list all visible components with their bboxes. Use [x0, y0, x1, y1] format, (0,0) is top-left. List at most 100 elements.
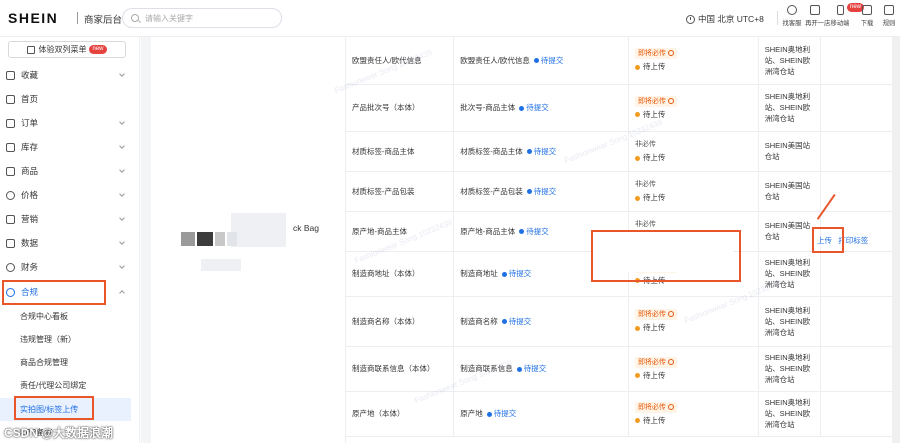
- headset-icon: [787, 5, 797, 15]
- pending-dot-icon: [634, 195, 640, 201]
- dual-column-menu-button[interactable]: 体验双列菜单 new: [8, 41, 126, 58]
- requirement-tag: 即将必传: [634, 401, 677, 413]
- action-cell: [820, 346, 900, 392]
- scrollbar[interactable]: [892, 37, 900, 443]
- region-cell: SHEIN奥地利站、SHEIN欧洲湾仓站: [758, 296, 821, 347]
- clock-icon: [686, 14, 695, 24]
- sidebar-item-products[interactable]: 商品: [0, 159, 140, 183]
- tag-cell: 非必传待上传: [628, 171, 759, 212]
- pending-status: 待上传: [634, 152, 752, 163]
- requirement-name: 制造商联系信息（本体）: [352, 364, 435, 373]
- chevron-down-icon: [119, 167, 125, 173]
- sub-item-label: 违规管理（新）: [20, 335, 76, 344]
- help-icon[interactable]: [667, 50, 674, 57]
- promo-label: 体验双列菜单: [38, 45, 87, 54]
- region-timezone[interactable]: 中国 北京 UTC+8: [686, 13, 764, 25]
- sub-item-violation-management[interactable]: 违规管理（新）: [0, 328, 131, 351]
- tool-label: 规则: [882, 20, 896, 27]
- store-icon: [810, 5, 820, 15]
- chevron-down-icon: [119, 215, 125, 221]
- action-cell: [820, 37, 900, 85]
- tag-cell: 即将必传待上传: [628, 296, 759, 347]
- pending-status: 待上传: [634, 61, 752, 72]
- table-row: 制造商联系信息（本体） 制造商联系信息 待提交 即将必传待上传 SHEIN奥地利站、SH…: [346, 346, 900, 392]
- status-text: 待提交: [533, 186, 557, 196]
- tool-label: 找客服: [782, 20, 802, 27]
- sidebar-item-inventory[interactable]: 库存: [0, 135, 140, 159]
- sidebar-item-orders[interactable]: 订单: [0, 111, 140, 135]
- sidebar-item-finance[interactable]: 财务: [0, 255, 140, 279]
- detail-name: 欧盟责任人/欧代信息: [460, 55, 530, 65]
- table-row: 材质标签-产品包装 材质标签-产品包装 待提交 非必传 待上传 SHEIN美国站仓站: [346, 171, 900, 212]
- pending-label: 待上传: [642, 193, 666, 202]
- pending-status: 待上传: [634, 109, 752, 120]
- sidebar-item-price[interactable]: 价格: [0, 183, 140, 207]
- region-text: 中国 北京 UTC+8: [698, 14, 764, 24]
- sidebar-item-label: 营销: [21, 214, 39, 224]
- help-icon[interactable]: [667, 358, 674, 365]
- pending-status: 待上传: [634, 370, 752, 381]
- status-dot-icon: [526, 149, 532, 155]
- pending-status: 待上传: [634, 415, 752, 426]
- requirement-cell: 制造商地址（本体）: [346, 251, 455, 297]
- tool-label: 再开一店: [805, 20, 831, 27]
- requirement-cell: 欧盟责任人/欧代信息: [346, 37, 455, 85]
- sidebar-item-home[interactable]: 首页: [0, 87, 140, 111]
- requirement-name: 材质标签-产品包装: [352, 186, 415, 196]
- rules-button[interactable]: 规则: [878, 5, 900, 28]
- product-thumbnail[interactable]: [181, 232, 241, 262]
- pending-label: 待上传: [642, 323, 666, 332]
- status-dot-icon: [486, 411, 492, 417]
- detail-cell: 材质标签-商品主体 待提交: [453, 131, 629, 172]
- requirement-tag: 即将必传: [634, 95, 677, 107]
- open-store-button[interactable]: 再开一店: [804, 5, 831, 28]
- search-box[interactable]: [122, 8, 282, 28]
- status-dot-icon: [501, 319, 507, 325]
- customer-service-button[interactable]: 找客服: [781, 5, 803, 28]
- sub-item-compliance-dashboard[interactable]: 合规中心看板: [0, 305, 131, 328]
- requirement-cell: 原产地（本体）: [346, 391, 455, 437]
- region-text: SHEIN奥地利站、SHEIN欧洲湾仓站: [764, 353, 811, 384]
- sidebar-item-favorites[interactable]: 收藏: [0, 63, 140, 87]
- help-icon[interactable]: [667, 403, 674, 410]
- inventory-icon: [6, 142, 15, 152]
- action-cell: [820, 131, 900, 172]
- region-text: SHEIN美国站仓站: [764, 181, 811, 201]
- search-input[interactable]: [145, 12, 275, 24]
- action-cell: [820, 391, 900, 437]
- tag-label: 即将必传: [637, 403, 666, 411]
- download-icon: [862, 5, 872, 15]
- requirement-name: 制造商名称（本体）: [352, 316, 420, 326]
- annotation-box: [14, 396, 94, 420]
- tag-label: 即将必传: [637, 97, 666, 105]
- region-cell: SHEIN奥地利站、SHEIN欧洲湾仓站: [758, 37, 821, 85]
- shein-logo[interactable]: SHEIN: [8, 10, 58, 26]
- requirement-tag: 非必传: [635, 179, 656, 190]
- marketing-icon: [6, 214, 15, 224]
- region-text: SHEIN奥地利站、SHEIN欧洲湾仓站: [764, 44, 811, 76]
- help-icon[interactable]: [667, 311, 674, 317]
- detail-cell: 制造商联系信息 待提交: [453, 346, 629, 392]
- sub-item-agent-binding[interactable]: 责任/代理公司绑定: [0, 374, 131, 397]
- region-cell: SHEIN奥地利站、SHEIN欧洲湾仓站: [758, 251, 821, 297]
- sidebar-item-label: 商品: [21, 166, 39, 176]
- requirement-tag: 即将必传: [634, 356, 677, 368]
- tag-cell: 非必传待上传: [628, 131, 759, 172]
- sub-item-product-compliance[interactable]: 商品合规管理: [0, 351, 131, 374]
- table-row: 欧盟责任人/欧代信息 欧盟责任人/欧代信息 待提交 即将必传 待上传 SHEIN奥地利站、…: [346, 37, 900, 85]
- region-cell: SHEIN美国站仓站: [758, 131, 821, 172]
- pending-label: 待上传: [642, 109, 666, 119]
- status-dot-icon: [526, 189, 532, 195]
- sidebar-item-label: 库存: [21, 142, 39, 152]
- tag-label: 非必传: [634, 181, 656, 188]
- product-card: ck Bag 欧盟责任人/欧代信息 欧盟责任人/欧代信息 待提交 即将必传 待上传 SHE…: [151, 37, 900, 443]
- download-button[interactable]: 下载: [856, 5, 878, 28]
- status-text: 待提交: [526, 226, 549, 236]
- help-icon[interactable]: [667, 97, 674, 104]
- sidebar-item-data[interactable]: 数据: [0, 231, 140, 255]
- order-icon: [6, 118, 15, 128]
- watermark-credit: CSDN @大数据浪潮: [4, 426, 114, 440]
- sidebar-item-marketing[interactable]: 营销: [0, 207, 140, 231]
- calendar-icon: [27, 45, 36, 54]
- tag-label: 非必传: [634, 141, 656, 148]
